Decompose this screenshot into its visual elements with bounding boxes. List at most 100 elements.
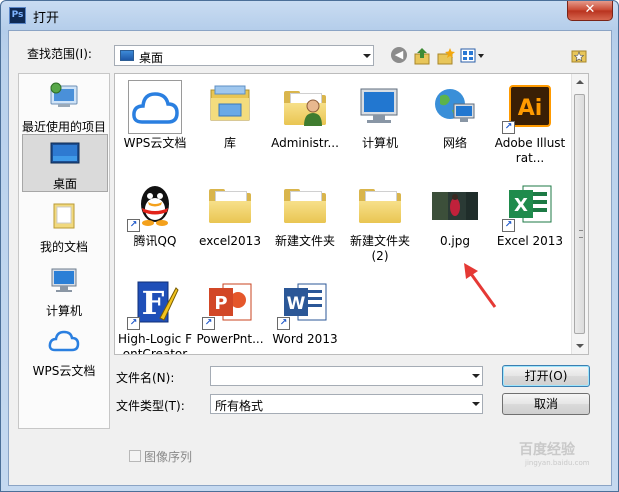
image-sequence-checkbox[interactable]	[129, 450, 141, 462]
file-item-0-jpg[interactable]: 0.jpg	[418, 180, 492, 249]
back-arrow-icon: ◀	[391, 47, 407, 63]
file-name: 新建文件夹	[274, 234, 335, 248]
file-name: Excel 2013	[496, 234, 564, 248]
network-icon	[430, 82, 480, 132]
title-bar[interactable]: Ps 打开 ✕	[1, 1, 618, 30]
file-name: excel2013	[199, 234, 261, 248]
powerpoint-icon: P ↗	[202, 278, 255, 330]
chevron-down-icon[interactable]	[472, 374, 480, 378]
file-name: 0.jpg	[439, 234, 471, 248]
image-sequence-label: 图像序列	[144, 450, 193, 464]
image-thumbnail-icon	[430, 180, 480, 230]
file-item-network[interactable]: 网络	[418, 82, 492, 151]
open-dialog: Ps 打开 ✕ 查找范围(I): 桌面 ◀ 最近使用的项目 桌面 我的文档 计算…	[0, 0, 619, 492]
watermark: 百度经验 jingyan.baidu.com	[519, 439, 590, 467]
star-folder-icon	[571, 50, 587, 63]
file-name: Adobe Illustrat...	[494, 136, 566, 165]
file-item-new-folder-2[interactable]: 新建文件夹 (2)	[343, 180, 417, 264]
file-item-excel-2013[interactable]: X ↗ Excel 2013	[493, 180, 567, 249]
new-folder-button[interactable]	[437, 47, 455, 65]
file-name: PowerPnt...	[196, 332, 264, 346]
favorite-folder-button[interactable]	[571, 47, 587, 65]
view-menu-button[interactable]	[460, 47, 484, 65]
illustrator-icon: Ai ↗	[502, 82, 555, 134]
wps-cloud-icon	[128, 80, 182, 134]
open-button[interactable]: 打开(O)	[502, 365, 590, 387]
desktop-icon	[50, 142, 80, 164]
shortcut-arrow-icon: ↗	[502, 219, 515, 232]
computer-icon	[51, 268, 77, 292]
svg-text:P: P	[214, 293, 227, 314]
look-in-dropdown[interactable]: 桌面	[114, 45, 374, 66]
up-folder-icon	[414, 48, 430, 65]
computer-icon	[355, 82, 405, 132]
file-type-label: 文件类型(T):	[116, 399, 185, 413]
sidebar-item-label: 最近使用的项目	[21, 120, 106, 134]
file-item-library[interactable]: 库	[193, 82, 267, 151]
sidebar-item-label: WPS云文档	[32, 364, 96, 378]
file-item-administrator[interactable]: Administr...	[268, 82, 342, 151]
file-item-excel2013-folder[interactable]: excel2013	[193, 180, 267, 249]
new-folder-icon	[437, 48, 455, 65]
watermark-text: 百度经验	[519, 442, 575, 458]
file-name: 新建文件夹 (2)	[349, 234, 410, 263]
close-button[interactable]: ✕	[567, 1, 613, 21]
look-in-value: 桌面	[139, 51, 164, 65]
sidebar-item-label: 桌面	[52, 177, 77, 191]
svg-text:W: W	[287, 294, 306, 314]
sidebar-item-computer[interactable]: 计算机	[19, 264, 109, 319]
qq-icon: ↗	[127, 180, 180, 232]
shortcut-arrow-icon: ↗	[202, 317, 215, 330]
up-folder-button[interactable]	[414, 47, 430, 65]
file-name: 库	[223, 136, 236, 150]
cloud-icon	[48, 330, 80, 352]
svg-text:Ai: Ai	[518, 96, 543, 121]
file-item-adobe-illustrator[interactable]: Ai ↗ Adobe Illustrat...	[493, 82, 567, 166]
shortcut-arrow-icon: ↗	[502, 121, 515, 134]
file-name: WPS云文档	[123, 136, 187, 150]
file-item-powerpoint[interactable]: P ↗ PowerPnt...	[193, 278, 267, 347]
sidebar-item-desktop[interactable]: 桌面	[22, 134, 108, 192]
sidebar-item-label: 计算机	[45, 304, 82, 318]
fontcreator-icon: F ↗	[127, 278, 180, 330]
places-sidebar: 最近使用的项目 桌面 我的文档 计算机 WPS云文档	[18, 73, 110, 429]
file-item-wps-cloud[interactable]: WPS云文档	[118, 80, 192, 151]
cancel-button[interactable]: 取消	[502, 393, 590, 415]
chevron-down-icon	[472, 402, 480, 406]
desktop-icon	[120, 50, 134, 61]
library-icon	[205, 82, 255, 132]
file-name: 计算机	[361, 136, 398, 150]
file-item-computer[interactable]: 计算机	[343, 82, 417, 151]
scroll-down-arrow-icon[interactable]	[576, 344, 584, 348]
folder-icon	[205, 180, 255, 230]
file-item-qq[interactable]: ↗ 腾讯QQ	[118, 180, 192, 249]
user-folder-icon	[280, 82, 330, 132]
svg-text:X: X	[514, 195, 528, 216]
file-item-fontcreator[interactable]: F ↗ High-Logic FontCreator	[118, 278, 192, 354]
vertical-scrollbar[interactable]	[571, 74, 588, 354]
scroll-up-arrow-icon[interactable]	[576, 80, 584, 84]
look-in-label: 查找范围(I):	[27, 47, 92, 61]
documents-icon	[53, 203, 75, 229]
file-name: Word 2013	[272, 332, 338, 346]
sidebar-item-wps-cloud[interactable]: WPS云文档	[19, 326, 109, 379]
recent-items-icon	[50, 82, 78, 107]
photoshop-app-icon: Ps	[9, 7, 26, 24]
view-grid-icon	[460, 48, 484, 63]
file-type-dropdown[interactable]: 所有格式	[210, 394, 483, 414]
back-button[interactable]: ◀	[391, 47, 407, 65]
file-list-view[interactable]: WPS云文档 库 Administr... 计算机 网络 Ai ↗ Adobe …	[114, 73, 589, 355]
excel-icon: X ↗	[502, 180, 555, 232]
word-icon: W ↗	[277, 278, 330, 330]
file-item-new-folder[interactable]: 新建文件夹	[268, 180, 342, 249]
sidebar-item-documents[interactable]: 我的文档	[19, 200, 109, 255]
folder-icon	[280, 180, 330, 230]
sidebar-item-recent[interactable]: 最近使用的项目	[19, 80, 109, 135]
file-name: 网络	[442, 136, 467, 150]
file-name-input[interactable]	[210, 366, 483, 386]
file-name: 腾讯QQ	[133, 234, 177, 248]
file-type-value: 所有格式	[215, 399, 264, 413]
dialog-title: 打开	[33, 11, 60, 26]
scrollbar-thumb[interactable]	[574, 94, 585, 334]
file-item-word-2013[interactable]: W ↗ Word 2013	[268, 278, 342, 347]
